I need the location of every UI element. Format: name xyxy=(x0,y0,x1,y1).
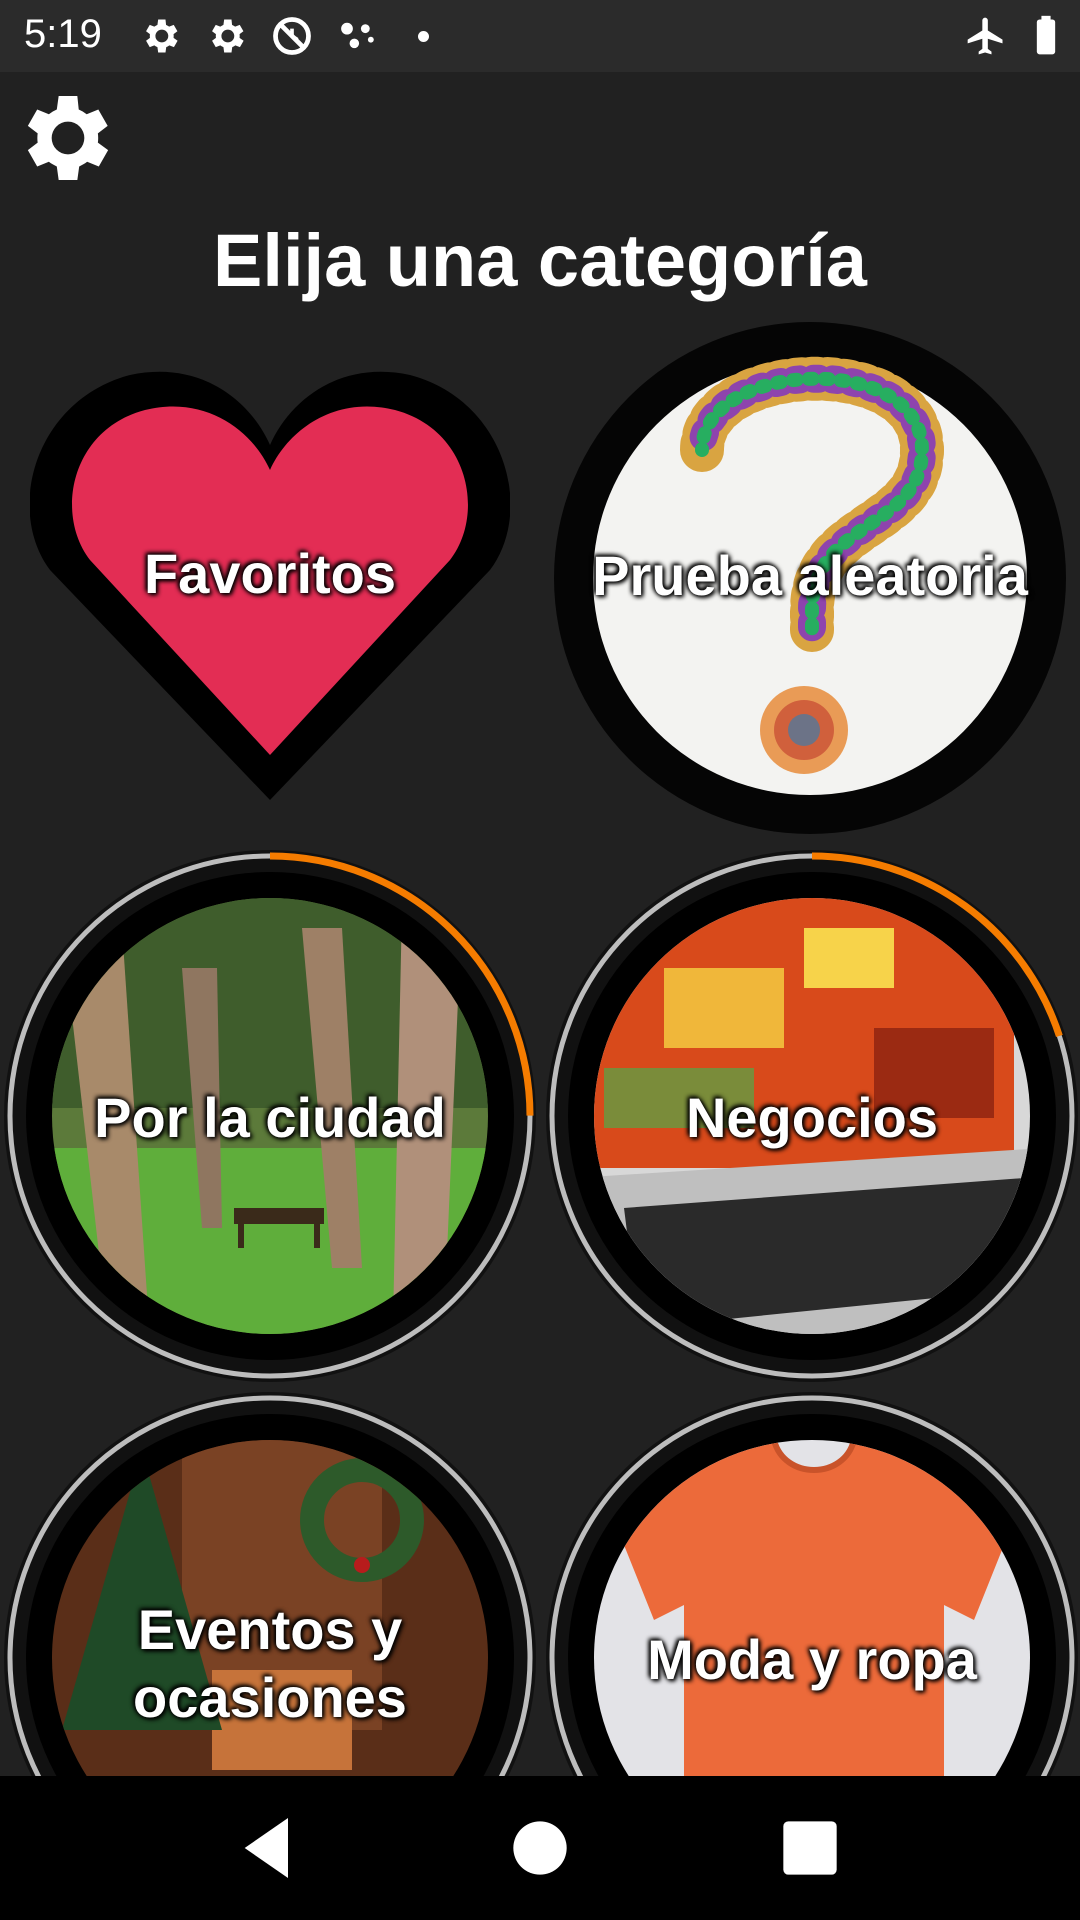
category-eventos-y-ocasiones[interactable]: Eventos y ocasiones xyxy=(2,1390,538,1776)
screen: 5:19 Elija una categoría Favoritos Prueb… xyxy=(0,0,1080,1920)
recents-icon[interactable] xyxy=(770,1808,850,1888)
gear-icon xyxy=(146,19,178,53)
category-label-line2: ocasiones xyxy=(133,1666,407,1729)
gear-icon xyxy=(212,19,244,53)
settings-button[interactable] xyxy=(12,82,124,194)
back-icon[interactable] xyxy=(228,1808,308,1888)
category-label: Prueba aleatoria xyxy=(592,544,1028,607)
status-bar: 5:19 xyxy=(0,0,1080,72)
navigation-bar xyxy=(0,1776,1080,1920)
assistant-icon xyxy=(341,22,374,49)
category-label: Favoritos xyxy=(143,542,397,605)
category-prueba-aleatoria[interactable]: Prueba aleatoria xyxy=(552,320,1068,836)
category-por-la-ciudad[interactable]: Por la ciudad xyxy=(2,848,538,1384)
home-icon[interactable] xyxy=(500,1808,580,1888)
category-negocios[interactable]: Negocios xyxy=(544,848,1080,1384)
status-time: 5:19 xyxy=(24,12,102,56)
battery-icon xyxy=(1036,15,1056,55)
category-label-line1: Eventos y xyxy=(137,1598,403,1661)
category-label: Moda y ropa xyxy=(647,1628,977,1691)
category-moda-y-ropa[interactable]: Moda y ropa xyxy=(544,1390,1080,1776)
category-label: Negocios xyxy=(685,1086,939,1149)
category-label: Eventos y ocasiones xyxy=(2,1596,538,1732)
do-not-disturb-icon xyxy=(273,17,311,55)
airplane-icon xyxy=(967,17,1003,55)
tshirt-image xyxy=(546,1392,1078,1776)
page-title: Elija una categoría xyxy=(213,219,867,302)
dot-icon xyxy=(418,31,429,42)
category-label: Por la ciudad xyxy=(94,1086,446,1149)
category-favoritos[interactable]: Favoritos xyxy=(30,370,510,800)
